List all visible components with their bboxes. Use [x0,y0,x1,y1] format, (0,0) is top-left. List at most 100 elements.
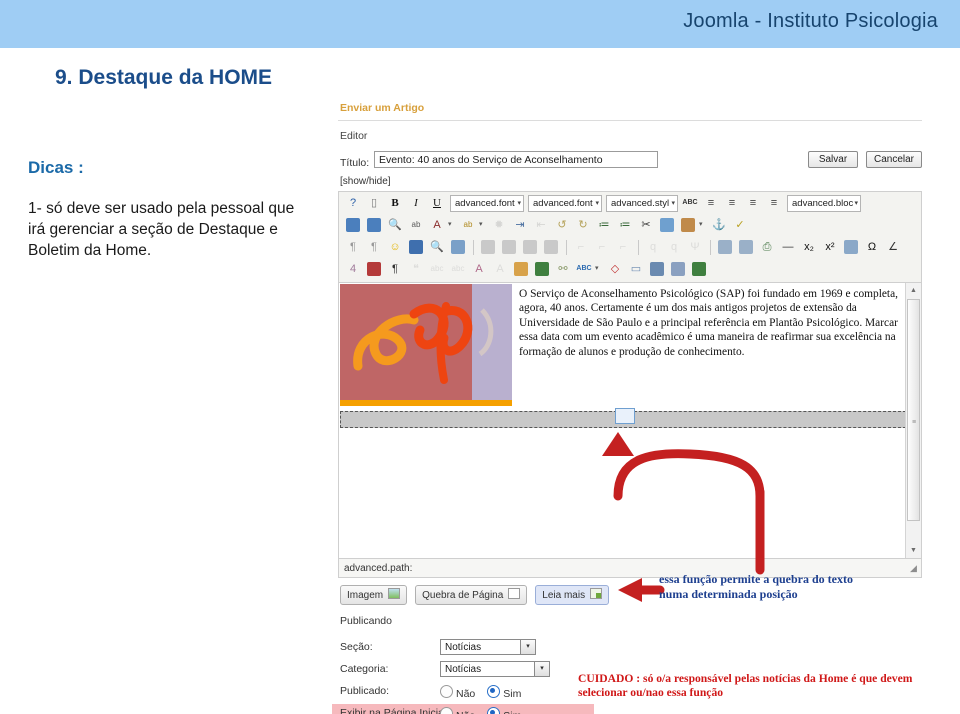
anchor-icon[interactable]: ⚓ [709,215,729,235]
italic-icon[interactable]: I [406,193,426,213]
paste-text-icon[interactable] [678,215,698,235]
spellcheck-icon[interactable]: ABC [574,259,594,279]
insert-table-icon[interactable] [715,237,735,257]
style-select[interactable]: advanced.styl [606,195,678,212]
align-left-icon[interactable]: ≡ [701,193,721,213]
editor-scrollbar[interactable]: ▲ ≡ ▼ [905,283,921,558]
paste-icon[interactable] [657,215,677,235]
move-forward-icon[interactable]: ⌐ [613,237,633,257]
table-props-icon[interactable] [736,237,756,257]
insert-image-icon[interactable] [668,259,688,279]
copy-icon[interactable] [364,215,384,235]
editor-content-area[interactable]: 40 anos 1969-2009 O Serviço de Aconselha… [338,282,922,559]
read-more-handle[interactable] [615,408,635,424]
nonbreaking-icon[interactable]: 4 [343,259,363,279]
undo-icon[interactable]: ↺ [552,215,572,235]
spellcheck-caret[interactable]: ▾ [595,259,602,279]
remove-format-icon[interactable]: ✂ [636,215,656,235]
columns-icon[interactable] [647,259,667,279]
acronym-icon[interactable]: Ψ [685,237,705,257]
unlink-icon[interactable]: ✓ [730,215,750,235]
outdent-icon[interactable]: ⇤ [531,215,551,235]
radio-no[interactable] [440,685,453,698]
abbreviation-icon[interactable]: q [664,237,684,257]
redo-icon[interactable]: ↻ [573,215,593,235]
styleprops-icon[interactable]: ∠ [883,237,903,257]
layer-back-icon[interactable] [520,237,540,257]
numbered-list-icon[interactable]: ≔ [594,215,614,235]
categoria-select[interactable]: Notícias▾ [440,661,550,677]
indent-icon[interactable]: ⇥ [510,215,530,235]
bullet-list-icon[interactable]: ≔ [615,215,635,235]
paste-caret[interactable]: ▾ [699,215,706,235]
show-hide-toggle[interactable]: [show/hide] [340,176,391,187]
help-icon[interactable]: ? [343,193,363,213]
blockquote-icon[interactable]: ❝ [406,259,426,279]
visual-aid-icon[interactable] [841,237,861,257]
toggle-absolute-icon[interactable]: ⌐ [571,237,591,257]
show-invisible-icon[interactable]: ¶ [385,259,405,279]
edit-icon[interactable] [448,237,468,257]
move-backward-icon[interactable]: ⌐ [592,237,612,257]
font-size-select[interactable]: advanced.font [528,195,602,212]
align-right-icon[interactable]: ≡ [743,193,763,213]
underline-icon[interactable]: U [427,193,447,213]
backcolor-caret[interactable]: ▾ [479,215,486,235]
cut-icon[interactable] [343,215,363,235]
ins-icon[interactable]: abc [448,259,468,279]
find-icon[interactable]: 🔍 [385,215,405,235]
print-icon[interactable]: ⎙ [757,237,777,257]
cleanup-icon[interactable]: ✹ [489,215,509,235]
layer-front-icon[interactable] [541,237,561,257]
scroll-down-icon[interactable]: ▼ [906,543,921,558]
block-format-select[interactable]: advanced.bloc [787,195,861,212]
strikethrough-icon[interactable]: ABC [680,193,700,213]
chevron-down-icon[interactable]: ▾ [534,662,549,676]
citation-icon[interactable]: q [643,237,663,257]
bold-icon[interactable]: B [385,193,405,213]
align-center-icon[interactable]: ≡ [722,193,742,213]
cancel-button[interactable]: Cancelar [866,151,922,168]
new-document-icon[interactable]: ▯ [364,193,384,213]
emoticon-icon[interactable]: ☺ [385,237,405,257]
insert-image-thumbnail-button[interactable]: Imagem [340,585,407,605]
pagebreak-icon[interactable] [364,259,384,279]
preview-icon[interactable]: 🔍 [427,237,447,257]
find-replace-icon[interactable]: ab [406,215,426,235]
move-layer-icon[interactable] [499,237,519,257]
media-icon[interactable] [406,237,426,257]
title-input[interactable]: Evento: 40 anos do Serviço de Aconselham… [374,151,658,168]
image-manager-icon[interactable] [511,259,531,279]
breadcrumb[interactable]: Enviar um Artigo [340,102,424,114]
ltr-icon[interactable]: ¶ [343,237,363,257]
chevron-down-icon[interactable]: ▾ [520,640,535,654]
html-source-icon[interactable]: ◇ [605,259,625,279]
backcolor-icon[interactable]: ab [458,215,478,235]
scroll-up-icon[interactable]: ▲ [906,283,921,298]
align-justify-icon[interactable]: ≡ [764,193,784,213]
insert-page-break-button[interactable]: Quebra de Página [415,585,527,605]
seção-select[interactable]: Notícias▾ [440,639,536,655]
unlink2-icon[interactable]: ⚯ [553,259,573,279]
delete-text-icon[interactable]: A [469,259,489,279]
insert-readmore-icon[interactable]: ▭ [626,259,646,279]
rtl-icon[interactable]: ¶ [364,237,384,257]
fullscreen-icon[interactable] [532,259,552,279]
insert-layer-icon[interactable] [478,237,498,257]
attribs-icon[interactable]: abc [427,259,447,279]
insert-video-icon[interactable] [689,259,709,279]
superscript-icon[interactable]: x² [820,237,840,257]
forecolor-caret[interactable]: ▾ [448,215,455,235]
resize-grip-icon[interactable]: ◢ [910,564,919,573]
radio-yes[interactable] [487,685,500,698]
insert-read-more-button[interactable]: Leia mais [535,585,609,605]
read-more-separator[interactable] [340,411,906,428]
radio-yes[interactable] [487,707,500,714]
font-family-select[interactable]: advanced.font [450,195,524,212]
save-button[interactable]: Salvar [808,151,858,168]
subscript-icon[interactable]: x₂ [799,237,819,257]
insert-text-icon[interactable]: A [490,259,510,279]
scrollbar-thumb[interactable]: ≡ [907,299,920,521]
charmap-icon[interactable]: Ω [862,237,882,257]
radio-no[interactable] [440,707,453,714]
